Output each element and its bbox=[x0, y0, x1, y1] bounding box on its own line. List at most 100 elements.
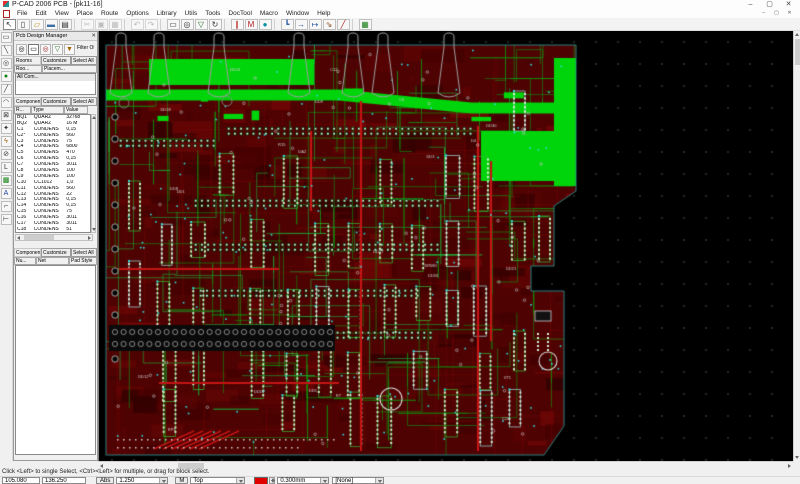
metric-button[interactable]: M bbox=[175, 477, 188, 484]
undo-button[interactable]: ↶ bbox=[131, 19, 144, 30]
route-interactive-button[interactable]: ⇘ bbox=[323, 19, 336, 30]
menu-edit[interactable]: Edit bbox=[31, 9, 50, 18]
dm-filter-edit-icon[interactable]: ▼ bbox=[64, 44, 75, 55]
coordinate-y-field[interactable]: 136.250 bbox=[42, 477, 86, 484]
route-t-button[interactable]: ↦ bbox=[309, 19, 322, 30]
mdi-close-button[interactable]: ✕ bbox=[783, 9, 796, 17]
pins-column-number[interactable]: Nu... bbox=[14, 257, 36, 265]
layer-spinner[interactable] bbox=[269, 477, 275, 484]
components-column-refdes[interactable]: R... bbox=[14, 106, 31, 114]
dm-search-icon[interactable]: ◎ bbox=[40, 44, 51, 55]
mdi-minimize-button[interactable]: – bbox=[757, 9, 770, 17]
cut-button[interactable]: ✂ bbox=[81, 19, 94, 30]
dropdown-arrow-icon[interactable] bbox=[320, 478, 328, 483]
layer-color-swatch[interactable] bbox=[254, 477, 268, 484]
pins-column-net[interactable]: Net bbox=[36, 257, 69, 265]
polygon-tool-button[interactable]: ⊠ bbox=[1, 110, 12, 121]
copy-button[interactable]: ▣ bbox=[95, 19, 108, 30]
line-tool-button[interactable]: ╲ bbox=[1, 45, 12, 56]
menu-place[interactable]: Place bbox=[73, 9, 97, 18]
components-column-type[interactable]: Type bbox=[31, 106, 64, 114]
zoom-button[interactable]: ◎ bbox=[181, 19, 194, 30]
menu-macro[interactable]: Macro bbox=[256, 9, 282, 18]
menu-options[interactable]: Options bbox=[122, 9, 152, 18]
paste-button[interactable]: ▦ bbox=[109, 19, 122, 30]
abs-rel-button[interactable]: Abs bbox=[96, 477, 114, 484]
menu-doctool[interactable]: DocTool bbox=[224, 9, 255, 18]
rooms-select-all-button[interactable]: Select All bbox=[71, 56, 97, 65]
dm-filter-icon[interactable]: ▽ bbox=[52, 44, 63, 55]
dimension-tool-button[interactable]: ⊢ bbox=[1, 214, 12, 225]
dropdown-arrow-icon[interactable] bbox=[375, 478, 383, 483]
print-button[interactable]: ▤ bbox=[59, 19, 72, 30]
select-tool-button[interactable]: ↖ bbox=[3, 19, 16, 30]
open-file-button[interactable]: ▱ bbox=[31, 19, 44, 30]
connection-tool-button[interactable]: ⌐ bbox=[1, 201, 12, 212]
minimize-button[interactable]: – bbox=[741, 0, 760, 9]
save-file-button[interactable]: ▬ bbox=[45, 19, 58, 30]
bitmap-a-button[interactable]: ∥ bbox=[231, 19, 244, 30]
rooms-list-item[interactable]: All Com... bbox=[16, 74, 95, 81]
menu-library[interactable]: Library bbox=[153, 9, 181, 18]
components-customize-button[interactable]: Customize bbox=[41, 97, 71, 106]
zoom-window-button[interactable]: ▭ bbox=[167, 19, 180, 30]
grid-select[interactable]: 1.250 bbox=[116, 477, 168, 484]
zoom-tool-button[interactable]: ◎ bbox=[1, 58, 12, 69]
point-tool-button[interactable]: ● bbox=[1, 71, 12, 82]
panel-close-icon[interactable]: ✕ bbox=[91, 32, 96, 41]
menu-view[interactable]: View bbox=[51, 9, 73, 18]
components-table-hscrollbar[interactable] bbox=[15, 234, 93, 241]
menu-file[interactable]: File bbox=[13, 9, 31, 18]
pins-select-all-button[interactable]: Select All bbox=[71, 248, 97, 257]
dm-room-icon[interactable]: ▭ bbox=[28, 44, 39, 55]
pins-list[interactable] bbox=[15, 265, 96, 455]
record-macro-button[interactable]: ● bbox=[259, 19, 272, 30]
line-width-select[interactable]: 0.300mm bbox=[277, 477, 329, 484]
new-file-button[interactable]: ▯ bbox=[17, 19, 30, 30]
route-orthogonal-button[interactable]: ┗ bbox=[281, 19, 294, 30]
menu-utils[interactable]: Utils bbox=[181, 9, 202, 18]
route-manual-button[interactable]: ╱ bbox=[337, 19, 350, 30]
canvas-horizontal-scrollbar[interactable] bbox=[98, 461, 793, 469]
cutout-tool-button[interactable]: ϟ bbox=[1, 136, 12, 147]
canvas-vertical-scrollbar[interactable] bbox=[793, 31, 800, 461]
bitmap-b-button[interactable]: M bbox=[245, 19, 258, 30]
layer-select[interactable]: Top bbox=[190, 477, 245, 484]
component-row[interactable]: C18CONDENS51 bbox=[16, 227, 90, 233]
pins-customize-button[interactable]: Customize bbox=[41, 248, 71, 257]
pins-column-pad-style[interactable]: Pad Style bbox=[69, 257, 97, 265]
redo-button[interactable]: ↷ bbox=[145, 19, 158, 30]
mdi-restore-button[interactable]: ▢ bbox=[770, 9, 783, 17]
menu-help[interactable]: Help bbox=[313, 9, 334, 18]
dm-zoom-icon[interactable]: ◎ bbox=[16, 44, 27, 55]
menu-route[interactable]: Route bbox=[97, 9, 122, 18]
components-select-all-button[interactable]: Select All bbox=[71, 97, 97, 106]
pcb-editor-canvas[interactable] bbox=[98, 31, 794, 461]
components-column-value[interactable]: Value bbox=[64, 106, 88, 114]
drc-button[interactable]: ▦ bbox=[359, 19, 372, 30]
arc-tool-button[interactable]: ◠ bbox=[1, 97, 12, 108]
menu-window[interactable]: Window bbox=[282, 9, 313, 18]
plane-tool-button[interactable]: L bbox=[1, 162, 12, 173]
menu-tools[interactable]: Tools bbox=[201, 9, 224, 18]
keepout-tool-button[interactable]: ⊘ bbox=[1, 149, 12, 160]
titleblock-tool-button[interactable]: ▭ bbox=[1, 32, 12, 43]
vscroll-thumb[interactable] bbox=[795, 39, 800, 65]
redraw-button[interactable]: ↻ bbox=[209, 19, 222, 30]
diag-line-tool-button[interactable]: ╱ bbox=[1, 84, 12, 95]
coordinate-x-field[interactable]: 105.080 bbox=[2, 477, 40, 484]
style-select[interactable]: [None] bbox=[332, 477, 384, 484]
rooms-customize-button[interactable]: Customize bbox=[41, 56, 71, 65]
components-table-vscrollbar[interactable] bbox=[91, 114, 96, 233]
components-table[interactable]: BQ1QUARZ32768BQ2QUARZ16 MC1CONDENS0,15C2… bbox=[15, 114, 91, 233]
maximize-button[interactable]: ▢ bbox=[760, 0, 779, 9]
rooms-column-room[interactable]: Roo... bbox=[14, 65, 42, 73]
field-tool-button[interactable]: ▩ bbox=[1, 175, 12, 186]
close-button[interactable]: ✕ bbox=[779, 0, 798, 9]
filter-button[interactable]: ▽ bbox=[195, 19, 208, 30]
dropdown-arrow-icon[interactable] bbox=[236, 478, 244, 483]
dropdown-arrow-icon[interactable] bbox=[159, 478, 167, 483]
copper-pour-tool-button[interactable]: ✦ bbox=[1, 123, 12, 134]
rooms-column-placement[interactable]: Placem... bbox=[42, 65, 97, 73]
text-tool-button[interactable]: A bbox=[1, 188, 12, 199]
